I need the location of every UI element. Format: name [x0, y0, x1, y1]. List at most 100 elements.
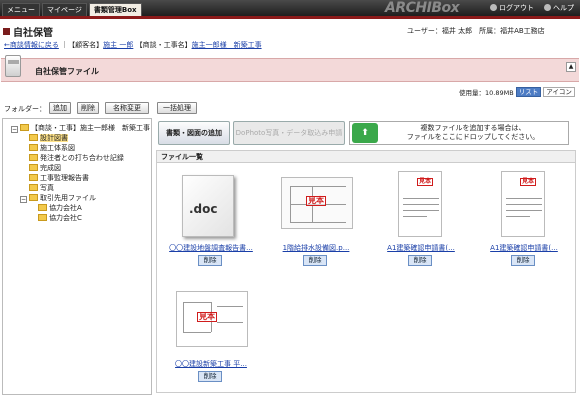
file-card[interactable]: 見本 〇〇建設新築工事 平... 削除: [159, 287, 264, 387]
view-icon-button[interactable]: アイコン: [543, 87, 575, 97]
file-list-header: ファイル一覧: [157, 151, 575, 163]
tree-group[interactable]: − 取引先用ファイル: [3, 193, 151, 203]
usage-bar: 使用量：10.89MB リスト アイコン: [459, 87, 575, 97]
folder-rename-button[interactable]: 名称変更: [105, 102, 149, 114]
tree-item[interactable]: 工事監理報告書: [3, 173, 151, 183]
file-thumbnail[interactable]: 見本: [176, 287, 248, 355]
tree-root[interactable]: − 【商談・工事】施主一郎様 新築工事: [3, 123, 151, 133]
sample-stamp: 見本: [417, 178, 434, 186]
form-line: [403, 210, 439, 211]
tree-item[interactable]: 施工体系図: [3, 143, 151, 153]
breadcrumb: ←商談情報に戻る ｜【顧客名】施主 一郎 【商談・工事名】施主一郎様 新築工事: [4, 40, 262, 50]
file-delete-button[interactable]: 削除: [408, 255, 432, 266]
file-name-link[interactable]: A1建築確認申請書(...: [472, 243, 576, 253]
file-name-link[interactable]: A1建築確認申請書(...: [369, 243, 473, 253]
upload-arrow-icon: ⬆: [352, 123, 378, 143]
drop-line-2: ファイルをここにドロップしてください。: [406, 133, 540, 141]
tree-subitem-label: 協力会社A: [49, 204, 82, 212]
file-card[interactable]: 見本 A1建築確認申請書(... 削除: [369, 171, 474, 271]
file-drop-zone[interactable]: ⬆ 複数ファイルを追加する場合は、 ファイルをここにドロップしてください。: [349, 121, 569, 145]
file-name-link[interactable]: 〇〇建設地盤調査報告書...: [159, 243, 263, 253]
file-delete-button[interactable]: 削除: [303, 255, 327, 266]
plan-line: [183, 332, 211, 333]
title-marker-icon: [3, 28, 10, 35]
view-list-button[interactable]: リスト: [515, 87, 542, 97]
back-link[interactable]: ←商談情報に戻る: [4, 41, 59, 49]
plan-line: [217, 306, 243, 307]
usage-label: 使用量：10.89MB: [459, 89, 514, 97]
folder-icon: [29, 164, 38, 171]
tab-mypage[interactable]: マイページ: [42, 3, 87, 16]
tree-subitem[interactable]: 協力会社C: [3, 213, 151, 223]
tree-item-label: 発注者との打ち合わせ記録: [40, 154, 124, 162]
folder-icon: [29, 194, 38, 201]
doc-extension-label: .doc: [189, 202, 218, 216]
file-list: ファイル一覧 .doc 〇〇建設地盤調査報告書... 削除 見本 1階給排水設備…: [156, 150, 576, 393]
folder-delete-button[interactable]: 削除: [77, 102, 99, 114]
file-thumbnail[interactable]: 見本: [281, 171, 353, 239]
form-line: [403, 198, 439, 199]
customer-label: ｜【顧客名】: [61, 41, 104, 49]
page-title-text: 自社保管: [13, 28, 53, 39]
tree-item[interactable]: 写真: [3, 183, 151, 193]
tab-menu[interactable]: メニュー: [2, 3, 40, 16]
batch-process-button[interactable]: 一括処理: [157, 102, 197, 114]
collapse-toggle-icon[interactable]: −: [11, 126, 18, 133]
form-line: [403, 216, 427, 217]
folder-icon: [29, 154, 38, 161]
file-thumbnail[interactable]: 見本: [386, 171, 454, 239]
folder-icon: [29, 174, 38, 181]
folder-add-button[interactable]: 追加: [49, 102, 71, 114]
folder-icon: [29, 134, 38, 141]
add-documents-button[interactable]: 書類・図面の追加: [158, 121, 230, 145]
help-link[interactable]: ヘルプ: [544, 3, 574, 13]
tree-item-label: 完成図: [40, 164, 61, 172]
file-card[interactable]: 見本 1階給排水設備図.p... 削除: [264, 171, 369, 271]
form-thumbnail: 見本: [398, 171, 442, 237]
plan-line: [290, 186, 346, 187]
plan-line: [290, 222, 346, 223]
file-delete-button[interactable]: 削除: [198, 255, 222, 266]
collapse-button[interactable]: ▲: [566, 62, 576, 72]
doc-file-icon: .doc: [182, 175, 234, 237]
file-name-link[interactable]: 1階給排水設備図.p...: [264, 243, 368, 253]
top-rule: [0, 16, 580, 19]
help-icon: [544, 4, 551, 11]
customer-link[interactable]: 施主 一郎: [103, 41, 133, 49]
user-info: ユーザー：福井 太郎 所属：福井AB工務店: [407, 26, 545, 36]
project-link[interactable]: 施主一郎様 新築工事: [192, 41, 262, 49]
tree-item[interactable]: 設計図書: [3, 133, 151, 143]
file-thumbnail[interactable]: .doc: [176, 171, 244, 239]
dophoto-request-button[interactable]: DoPhoto写真・データ取込み申請: [233, 121, 345, 145]
file-delete-button[interactable]: 削除: [511, 255, 535, 266]
user-office: 所属：福井AB工務店: [479, 27, 545, 35]
file-card[interactable]: .doc 〇〇建設地盤調査報告書... 削除: [159, 171, 264, 271]
file-card[interactable]: 見本 A1建築確認申請書(... 削除: [472, 171, 577, 271]
tree-item-label: 設計図書: [40, 134, 68, 142]
file-thumbnail[interactable]: 見本: [489, 171, 557, 239]
logout-icon: [490, 4, 497, 11]
top-nav: メニュー マイページ 書類管理Box: [2, 3, 142, 16]
plan-thumbnail: 見本: [281, 177, 353, 229]
section-title: 自社保管ファイル: [35, 67, 99, 76]
tab-document-box[interactable]: 書類管理Box: [88, 3, 142, 16]
folder-icon: [38, 204, 47, 211]
form-line: [506, 198, 542, 199]
storage-icon: [5, 55, 21, 77]
file-name-link[interactable]: 〇〇建設新築工事 平...: [159, 359, 263, 369]
sample-stamp: 見本: [197, 312, 217, 322]
user-name: ユーザー：福井 太郎: [407, 27, 473, 35]
project-label: 【商談・工事名】: [135, 41, 192, 49]
logout-link[interactable]: ログアウト: [490, 3, 534, 13]
file-delete-button[interactable]: 削除: [198, 371, 222, 382]
form-thumbnail: 見本: [501, 171, 545, 237]
sample-stamp: 見本: [520, 178, 537, 186]
plan-thumbnail: 見本: [176, 291, 248, 347]
tree-subitem[interactable]: 協力会社A: [3, 203, 151, 213]
tree-item[interactable]: 発注者との打ち合わせ記録: [3, 153, 151, 163]
collapse-toggle-icon[interactable]: −: [20, 196, 27, 203]
folder-tree: − 【商談・工事】施主一郎様 新築工事 設計図書 施工体系図 発注者との打ち合わせ…: [2, 118, 152, 395]
tree-item-label: 工事監理報告書: [40, 174, 89, 182]
folder-label: フォルダー：: [4, 105, 46, 113]
tree-item[interactable]: 完成図: [3, 163, 151, 173]
